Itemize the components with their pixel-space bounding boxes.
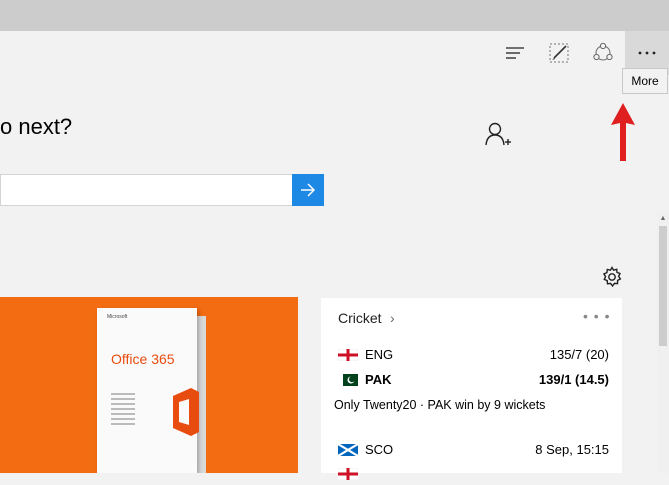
team-score: 139/1 (14.5) — [538, 372, 609, 387]
england-flag-icon — [338, 349, 358, 361]
page-heading: o next? — [0, 114, 73, 139]
product-title: Office 365 — [111, 351, 175, 367]
browser-toolbar — [0, 31, 669, 75]
team-name: PAK — [365, 372, 392, 387]
product-text-lines — [111, 393, 135, 428]
match-time: 8 Sep, 15:15 — [535, 442, 609, 457]
cricket-title[interactable]: Cricket — [338, 310, 382, 326]
more-dots-icon — [638, 51, 656, 55]
flag-icon — [338, 468, 358, 480]
search-input[interactable] — [0, 174, 292, 206]
card-more-icon[interactable]: • • • — [583, 308, 610, 324]
team-name: SCO — [365, 442, 394, 457]
scroll-up-icon[interactable]: ▲ — [657, 212, 669, 224]
window-titlebar — [0, 0, 669, 31]
office-logo-icon — [173, 388, 199, 436]
pakistan-flag-icon — [338, 374, 358, 386]
team-score: 135/7 (20) — [549, 347, 609, 362]
team-row-eng: ENG 135/7 (20) — [338, 346, 609, 366]
scotland-flag-icon — [338, 444, 358, 456]
share-icon[interactable] — [581, 31, 625, 75]
team-row-partial — [338, 465, 609, 485]
more-tooltip: More — [622, 68, 668, 94]
arrow-right-icon — [301, 183, 316, 197]
scrollbar[interactable]: ▲ — [657, 212, 669, 473]
web-note-icon[interactable] — [537, 31, 581, 75]
product-box: Microsoft Office 365 — [97, 308, 199, 473]
scroll-thumb[interactable] — [659, 226, 667, 346]
team-name: ENG — [365, 347, 394, 362]
product-logo: Microsoft — [107, 314, 128, 320]
search-submit-button[interactable] — [292, 174, 324, 206]
add-user-icon[interactable] — [484, 121, 514, 154]
match-result: Only Twenty20 · PAK win by 9 wickets — [334, 398, 546, 412]
red-arrow-annotation — [611, 103, 635, 161]
chevron-right-icon[interactable]: › — [390, 310, 395, 326]
team-row-sco: SCO 8 Sep, 15:15 — [338, 441, 609, 461]
team-row-pak: PAK 139/1 (14.5) — [338, 371, 609, 391]
hub-icon[interactable] — [493, 31, 537, 75]
office-promo-tile[interactable]: Microsoft Office 365 — [0, 297, 298, 473]
gear-icon[interactable] — [600, 265, 624, 294]
cricket-card[interactable]: Cricket › • • • ENG 135/7 (20) PAK 139/1… — [321, 298, 622, 480]
